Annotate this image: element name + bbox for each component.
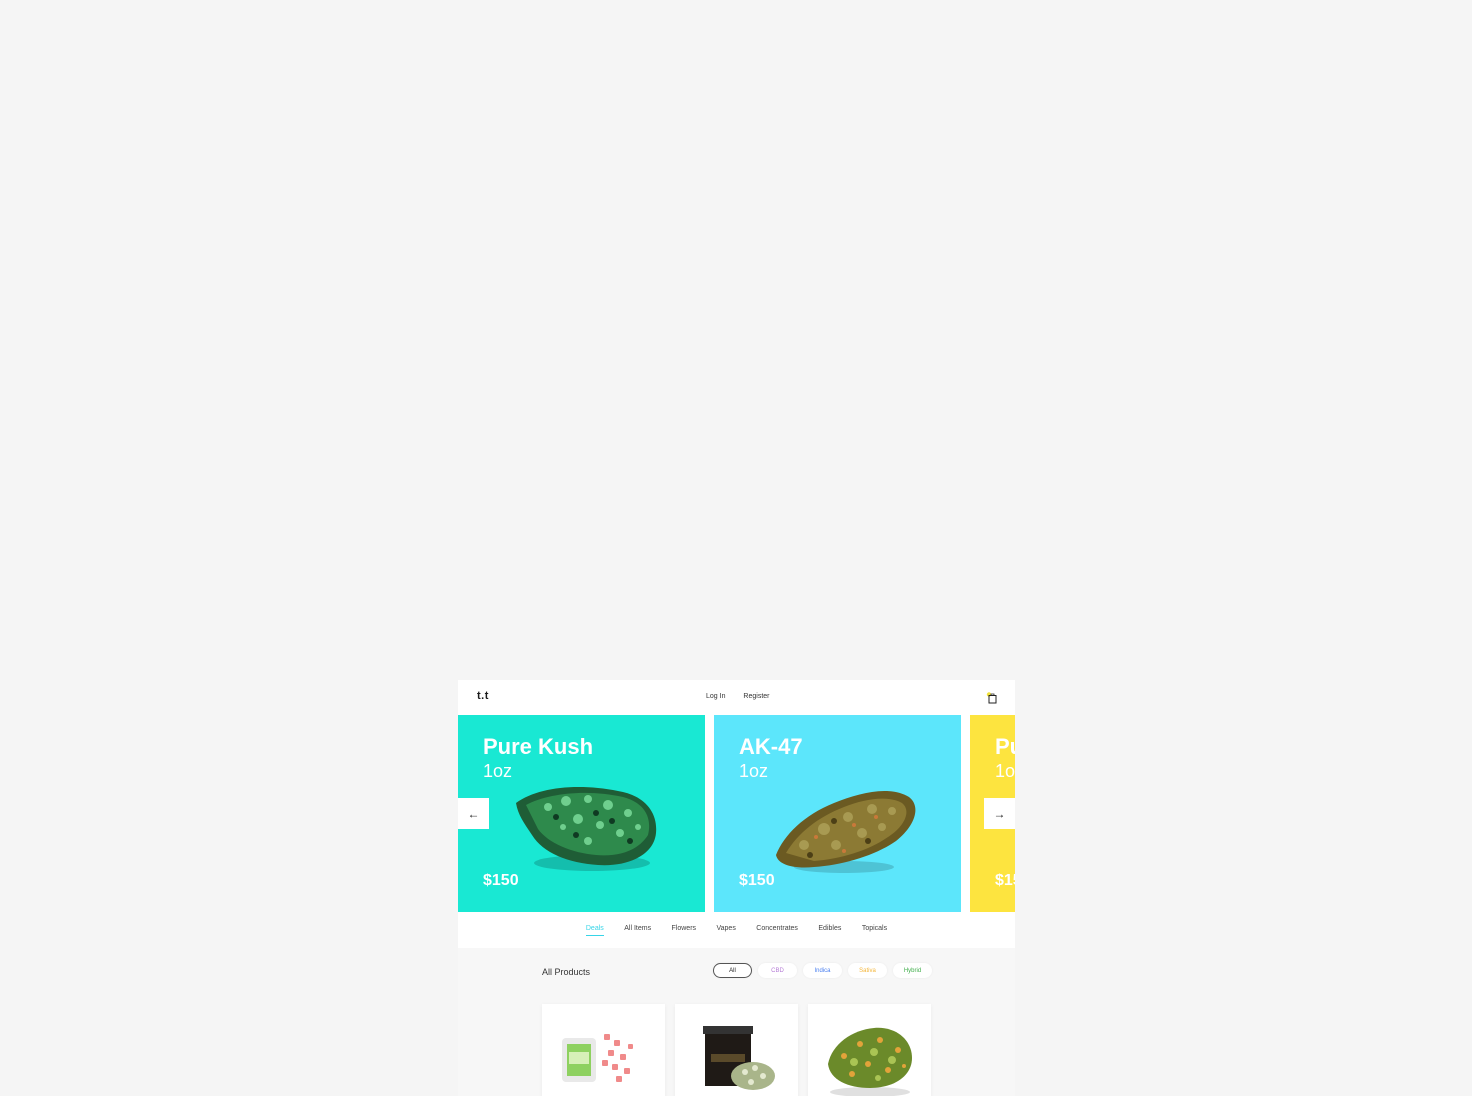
logo[interactable]: t.t: [477, 690, 489, 702]
product-card-jar[interactable]: [675, 1004, 798, 1096]
filter-cbd[interactable]: CBD: [758, 963, 797, 978]
tab-deals[interactable]: Deals: [585, 925, 604, 936]
edible-image: [562, 1034, 633, 1082]
category-tabs: Deals All Items Flowers Vapes Concentrat…: [458, 912, 1015, 946]
slide-price: $150: [995, 872, 1015, 889]
strain-filters: All CBD Indica Sativa Hybrid: [713, 963, 932, 978]
arrow-left-icon: ←: [467, 806, 480, 821]
featured-carousel: Pure Kush 1oz $150 AK-47 1oz $150 P 1o $…: [458, 715, 1015, 912]
slide-ak-47[interactable]: AK-47 1oz $150: [714, 715, 961, 912]
filter-all[interactable]: All: [713, 963, 752, 978]
filter-sativa[interactable]: Sativa: [848, 963, 887, 978]
shopping-bag-icon[interactable]: [986, 692, 998, 704]
slide-price: $150: [739, 872, 775, 889]
slide-size: 1oz: [483, 761, 513, 781]
product-card-flower[interactable]: [808, 1004, 931, 1096]
products-section: All Products All CBD Indica Sativa Hybri…: [458, 948, 1015, 1096]
filter-label: Hybrid: [903, 967, 922, 974]
tab-flowers[interactable]: Flowers: [672, 925, 697, 932]
register-link[interactable]: Register: [743, 693, 769, 700]
slide-title: Pure Kush: [483, 734, 594, 759]
filter-indica[interactable]: Indica: [803, 963, 842, 978]
arrow-right-icon: →: [993, 806, 1006, 821]
tab-vapes[interactable]: Vapes: [717, 925, 736, 932]
slide-title: Pure Kush: [995, 734, 1015, 759]
carousel-next-button[interactable]: →: [984, 798, 1015, 829]
slide-title: AK-47: [739, 734, 803, 759]
top-nav: t.t Log In Register: [458, 680, 1015, 715]
filter-label: CBD: [771, 967, 784, 974]
product-card-edible[interactable]: [542, 1004, 665, 1096]
flower-image: [516, 787, 657, 871]
filter-label: All: [729, 967, 736, 974]
slide-size: 1oz: [995, 761, 1015, 781]
tab-all-items[interactable]: All Items: [624, 925, 651, 932]
slide-price: $150: [483, 872, 519, 889]
slide-size: 1oz: [739, 761, 769, 781]
auth-links: Log In Register: [706, 693, 786, 700]
tab-topicals[interactable]: Topicals: [862, 925, 887, 932]
tab-edibles[interactable]: Edibles: [818, 925, 841, 932]
slide-pure-kush[interactable]: Pure Kush 1oz $150: [458, 715, 705, 912]
jar-image: [703, 1026, 775, 1090]
flower-image: [776, 790, 916, 873]
store-frame: t.t Log In Register Pure Kush 1oz $150 A…: [458, 680, 1015, 1096]
section-title: All Products: [542, 967, 591, 977]
login-link[interactable]: Log In: [706, 693, 725, 700]
carousel-prev-button[interactable]: ←: [458, 798, 489, 829]
filter-hybrid[interactable]: Hybrid: [893, 963, 932, 978]
filter-label: Indica: [814, 967, 831, 974]
filter-label: Sativa: [859, 967, 876, 974]
flower-image: [828, 1027, 912, 1096]
tab-concentrates[interactable]: Concentrates: [756, 925, 798, 932]
